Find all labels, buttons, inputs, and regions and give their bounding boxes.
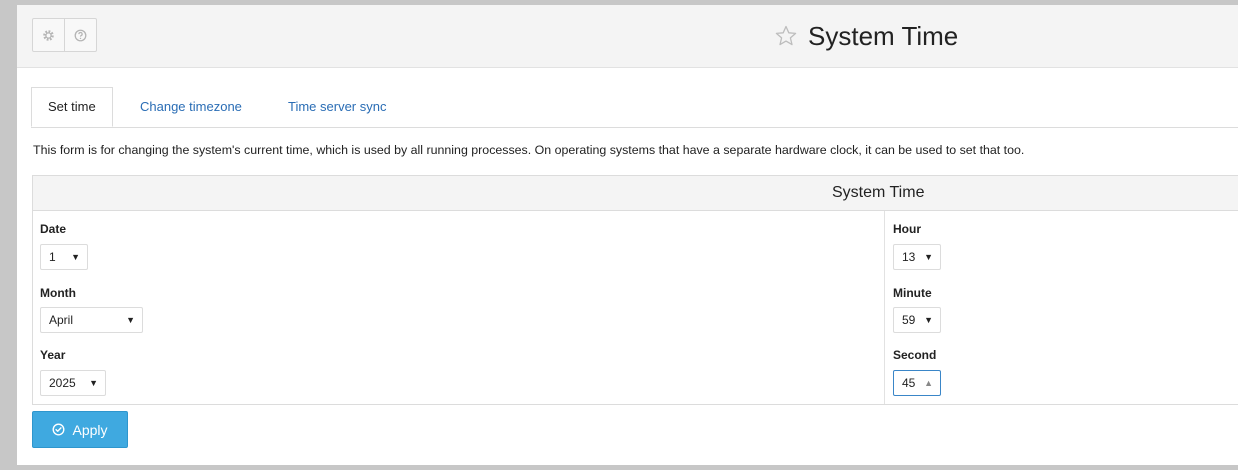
date-label: Date: [40, 222, 67, 236]
date-select[interactable]: 1 ▼: [40, 244, 88, 270]
form-description: This form is for changing the system's c…: [33, 143, 1025, 157]
tab-time-server-sync[interactable]: Time server sync: [272, 87, 402, 127]
hour-select[interactable]: 13 ▼: [893, 244, 941, 270]
tab-bar: Set time Change timezone Time server syn…: [31, 87, 1238, 128]
second-value: 45: [902, 376, 916, 390]
dropdown-arrow-icon: ▼: [71, 252, 80, 262]
toolbar-buttons: [32, 18, 97, 52]
top-bar: System Time: [17, 5, 1238, 68]
favorite-star-icon[interactable]: [774, 24, 798, 48]
tab-set-time[interactable]: Set time: [31, 87, 113, 127]
year-select[interactable]: 2025 ▼: [40, 370, 106, 396]
help-button[interactable]: [64, 19, 96, 51]
date-value: 1: [49, 250, 56, 264]
check-circle-icon: [53, 423, 65, 436]
apply-button[interactable]: Apply: [32, 411, 128, 448]
column-divider: [884, 211, 885, 404]
year-value: 2025: [49, 376, 76, 390]
help-icon: [74, 29, 87, 41]
section-header: System Time: [33, 176, 1238, 211]
month-select[interactable]: April ▼: [40, 307, 143, 333]
minute-select[interactable]: 59 ▼: [893, 307, 941, 333]
dropdown-arrow-up-icon: ▲: [924, 378, 933, 388]
dropdown-arrow-icon: ▼: [89, 378, 98, 388]
second-label: Second: [893, 348, 937, 362]
month-value: April: [49, 313, 74, 327]
page-title-text: System Time: [808, 20, 959, 51]
year-label: Year: [40, 348, 66, 362]
apply-label: Apply: [72, 421, 108, 438]
system-time-section: System Time Date 1 ▼ Month April ▼ Year …: [32, 175, 1238, 405]
minute-value: 59: [902, 313, 916, 327]
month-label: Month: [40, 286, 76, 300]
minute-label: Minute: [893, 286, 932, 300]
gear-icon: [43, 29, 54, 41]
dropdown-arrow-icon: ▼: [924, 315, 933, 325]
main-panel: System Time Set time Change timezone Tim…: [17, 5, 1238, 465]
tab-change-timezone[interactable]: Change timezone: [124, 87, 258, 127]
dropdown-arrow-icon: ▼: [924, 252, 933, 262]
settings-button[interactable]: [33, 19, 64, 51]
hour-value: 13: [902, 250, 916, 264]
hour-label: Hour: [893, 222, 921, 236]
dropdown-arrow-icon: ▼: [126, 315, 135, 325]
section-title: System Time: [832, 184, 925, 201]
page-title: System Time: [774, 20, 958, 52]
second-select[interactable]: 45 ▲: [893, 370, 941, 396]
